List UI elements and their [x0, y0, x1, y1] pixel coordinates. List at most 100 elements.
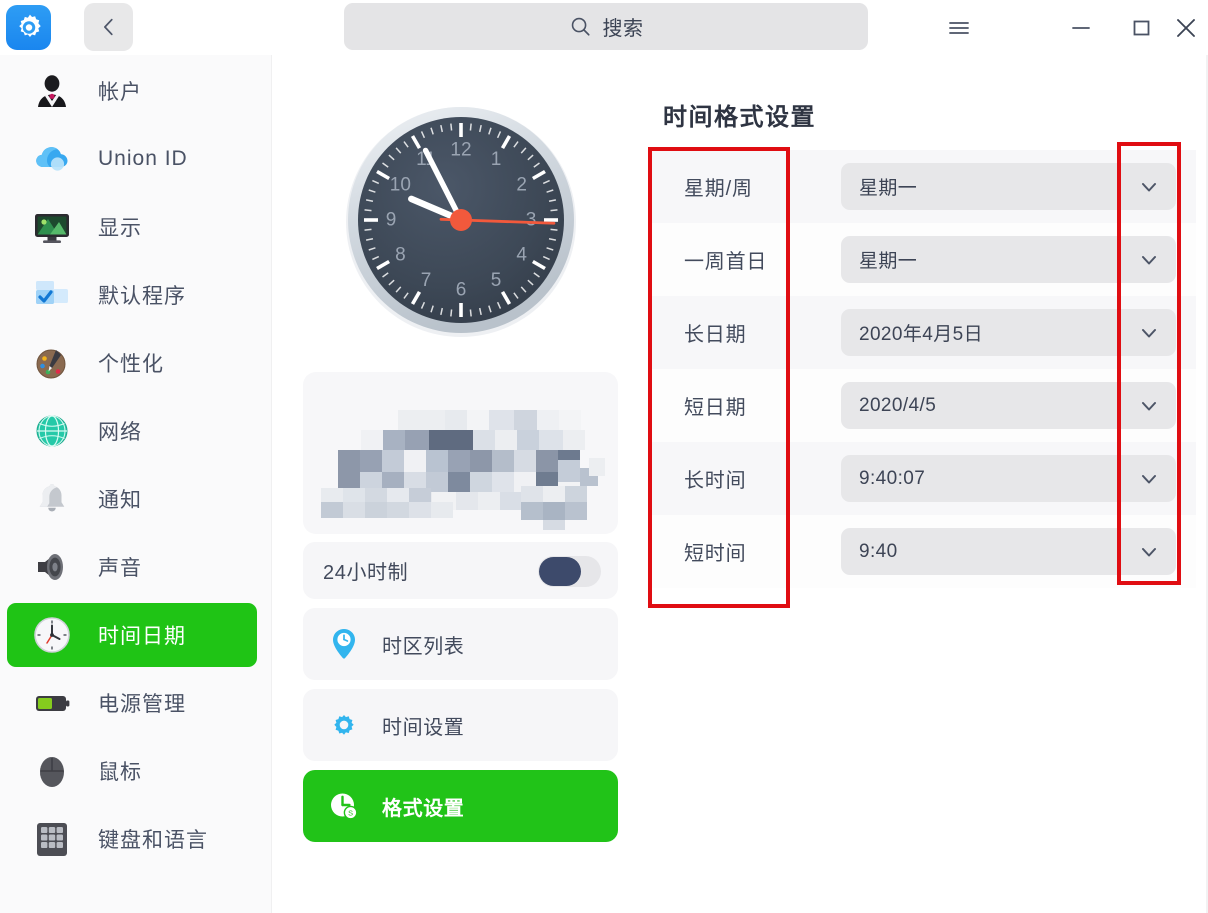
- format-settings-table: 星期/周 星期一 一周首日 星期一 长日期 2020年4月5日 短日期 2020…: [651, 150, 1196, 588]
- sidebar-item-label: 电源管理: [98, 693, 186, 716]
- timezone-list-label: 时区列表: [382, 635, 465, 658]
- row-label: 星期/周: [684, 178, 753, 200]
- svg-text:12: 12: [450, 140, 471, 161]
- short-date-select[interactable]: 2020/4/5: [841, 382, 1176, 429]
- sidebar-item-label: 键盘和语言: [98, 829, 208, 852]
- format-settings-button[interactable]: S 格式设置: [303, 770, 618, 842]
- battery-icon: [30, 681, 74, 725]
- sidebar-item-network[interactable]: 网络: [7, 399, 257, 463]
- globe-network-icon: [30, 409, 74, 453]
- sidebar-item-label: 时间日期: [98, 625, 186, 648]
- table-row: 长日期 2020年4月5日: [651, 296, 1196, 369]
- select-value: 2020年4月5日: [859, 324, 984, 345]
- select-value: 9:40:07: [859, 467, 926, 489]
- settings-gear-icon: [6, 5, 51, 50]
- sidebar-item-personalization[interactable]: 个性化: [7, 331, 257, 395]
- row-label: 短时间: [684, 543, 747, 565]
- format-settings-label: 格式设置: [382, 797, 465, 820]
- bell-icon: [30, 477, 74, 521]
- table-row: 一周首日 星期一: [651, 223, 1196, 296]
- row-label: 长时间: [684, 470, 747, 492]
- svg-text:3: 3: [526, 210, 537, 231]
- speaker-icon: [30, 545, 74, 589]
- hour24-toggle-row[interactable]: 24小时制: [303, 542, 618, 599]
- time-settings-button[interactable]: 时间设置: [303, 689, 618, 761]
- sidebar-item-default-apps[interactable]: 默认程序: [7, 263, 257, 327]
- close-icon[interactable]: [1163, 0, 1208, 55]
- minimize-icon[interactable]: [1050, 0, 1112, 55]
- svg-text:5: 5: [491, 270, 502, 291]
- analog-clock: 12 1 2 3 4 5 6 7 8 9 10 11: [288, 70, 634, 370]
- mosaic-redaction: [321, 410, 605, 530]
- chevron-down-icon: [1142, 256, 1156, 265]
- sidebar-item-label: 鼠标: [98, 761, 142, 784]
- chevron-down-icon: [1142, 329, 1156, 338]
- sidebar-item-label: Union ID: [98, 147, 188, 170]
- hour24-label: 24小时制: [323, 562, 409, 584]
- sidebar-item-display[interactable]: 显示: [7, 195, 257, 259]
- sidebar-item-union-id[interactable]: Union ID: [7, 127, 257, 191]
- sidebar-item-power[interactable]: 电源管理: [7, 671, 257, 735]
- sidebar-item-notifications[interactable]: 通知: [7, 467, 257, 531]
- palette-icon: [30, 341, 74, 385]
- table-row: 星期/周 星期一: [651, 150, 1196, 223]
- sidebar-item-sound[interactable]: 声音: [7, 535, 257, 599]
- search-icon: [571, 17, 590, 36]
- row-label: 短日期: [684, 397, 747, 419]
- search-input[interactable]: 搜索: [344, 3, 868, 50]
- chevron-down-icon: [1142, 475, 1156, 484]
- sidebar-item-keyboard-language[interactable]: 键盘和语言: [7, 807, 257, 871]
- chevron-down-icon: [1142, 548, 1156, 557]
- sidebar-item-label: 显示: [98, 217, 142, 240]
- svg-text:S: S: [348, 808, 353, 817]
- row-label: 长日期: [684, 324, 747, 346]
- long-date-select[interactable]: 2020年4月5日: [841, 309, 1176, 356]
- sidebar-item-account[interactable]: 帐户: [7, 59, 257, 123]
- select-value: 2020/4/5: [859, 394, 937, 416]
- first-day-of-week-select[interactable]: 星期一: [841, 236, 1176, 283]
- monitor-display-icon: [30, 205, 74, 249]
- hamburger-menu-icon[interactable]: [928, 0, 990, 55]
- page-title: 时间格式设置: [663, 104, 816, 131]
- sidebar-item-label: 声音: [98, 557, 142, 580]
- select-value: 星期一: [859, 178, 918, 199]
- timezone-list-button[interactable]: 时区列表: [303, 608, 618, 680]
- chevron-down-icon: [1142, 402, 1156, 411]
- sidebar-nav[interactable]: 帐户 Union ID 显示 默认程序 个性化 网络 通知 声音 时间日期 电源…: [0, 55, 272, 913]
- svg-text:4: 4: [516, 245, 527, 266]
- sidebar-item-label: 通知: [98, 489, 142, 512]
- clock-icon: [30, 613, 74, 657]
- blurred-datetime-panel: [303, 372, 618, 534]
- svg-text:2: 2: [516, 175, 527, 196]
- cloud-icon: [30, 137, 74, 181]
- sidebar-item-label: 帐户: [98, 81, 142, 104]
- svg-text:9: 9: [386, 210, 397, 231]
- sidebar-item-time-date[interactable]: 时间日期: [7, 603, 257, 667]
- time-date-middle-column: 12 1 2 3 4 5 6 7 8 9 10 11 24小时制 时区列表 时间…: [288, 70, 634, 913]
- time-format-settings-panel: 时间格式设置 星期/周 星期一 一周首日 星期一 长日期 2020年4月5日 短…: [634, 70, 1208, 913]
- svg-text:7: 7: [421, 270, 432, 291]
- time-settings-label: 时间设置: [382, 716, 465, 739]
- short-time-select[interactable]: 9:40: [841, 528, 1176, 575]
- long-time-select[interactable]: 9:40:07: [841, 455, 1176, 502]
- keyboard-icon: [30, 817, 74, 861]
- default-apps-icon: [30, 273, 74, 317]
- sidebar-item-label: 网络: [98, 421, 142, 444]
- sidebar-item-label: 个性化: [98, 353, 164, 376]
- location-pin-clock-icon: [327, 627, 361, 661]
- sidebar-item-label: 默认程序: [98, 285, 186, 308]
- chevron-down-icon: [1142, 183, 1156, 192]
- search-placeholder: 搜索: [602, 18, 644, 40]
- back-button[interactable]: [84, 3, 133, 51]
- table-row: 短日期 2020/4/5: [651, 369, 1196, 442]
- title-bar: 搜索: [0, 0, 1208, 55]
- sidebar-item-mouse[interactable]: 鼠标: [7, 739, 257, 803]
- clock-format-icon: S: [327, 789, 361, 823]
- svg-text:10: 10: [390, 175, 411, 196]
- gear-icon: [327, 708, 361, 742]
- table-row: 长时间 9:40:07: [651, 442, 1196, 515]
- weekday-format-select[interactable]: 星期一: [841, 163, 1176, 210]
- mouse-icon: [30, 749, 74, 793]
- hour24-toggle-switch[interactable]: [538, 556, 601, 587]
- settings-window: 搜索 帐户 Union ID 显示 默认程序 个性化 网络 通知 声音 时间日期…: [0, 0, 1208, 913]
